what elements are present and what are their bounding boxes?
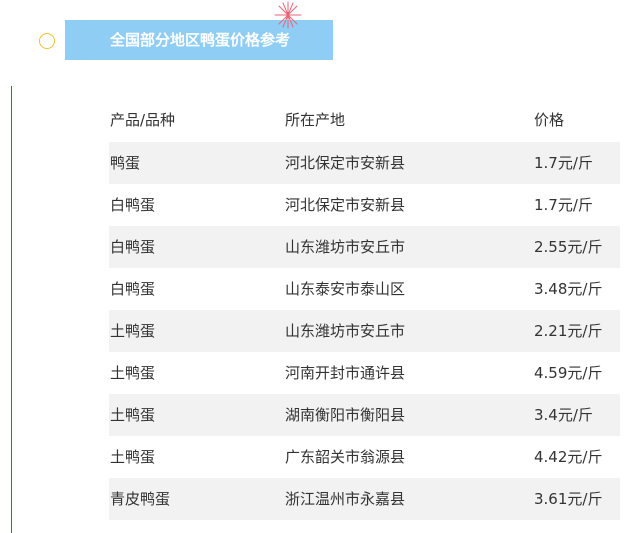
table-row: 土鸭蛋 广东韶关市翁源县 4.42元/斤 — [109, 436, 620, 478]
price-table: 产品/品种 所在产地 价格 鸭蛋 河北保定市安新县 1.7元/斤 白鸭蛋 河北保… — [109, 100, 620, 520]
cell-product: 青皮鸭蛋 — [110, 490, 171, 508]
cell-price: 2.55元/斤 — [534, 238, 603, 256]
table-row: 白鸭蛋 河北保定市安新县 1.7元/斤 — [109, 184, 620, 226]
table-row: 白鸭蛋 山东泰安市泰山区 3.48元/斤 — [109, 268, 620, 310]
cell-origin: 河北保定市安新县 — [285, 196, 406, 214]
cell-price: 3.4元/斤 — [534, 406, 593, 424]
header-product: 产品/品种 — [110, 111, 176, 129]
cell-price: 2.21元/斤 — [534, 322, 603, 340]
cell-product: 土鸭蛋 — [110, 406, 156, 424]
circle-decoration — [39, 33, 55, 49]
cell-origin: 山东潍坊市安丘市 — [285, 322, 406, 340]
table-header: 产品/品种 所在产地 价格 — [109, 100, 620, 142]
cell-origin: 河南开封市通许县 — [285, 364, 406, 382]
cell-product: 土鸭蛋 — [110, 448, 156, 466]
cell-product: 白鸭蛋 — [110, 238, 156, 256]
cell-product: 白鸭蛋 — [110, 196, 156, 214]
cell-origin: 山东泰安市泰山区 — [285, 280, 406, 298]
cell-price: 4.59元/斤 — [534, 364, 603, 382]
accent-line — [11, 86, 12, 533]
table-row: 土鸭蛋 湖南衡阳市衡阳县 3.4元/斤 — [109, 394, 620, 436]
cell-price: 3.61元/斤 — [534, 490, 603, 508]
cell-origin: 河北保定市安新县 — [285, 154, 406, 172]
cell-product: 土鸭蛋 — [110, 364, 156, 382]
cell-product: 白鸭蛋 — [110, 280, 156, 298]
header-origin: 所在产地 — [285, 111, 346, 129]
cell-price: 1.7元/斤 — [534, 154, 593, 172]
table-row: 鸭蛋 河北保定市安新县 1.7元/斤 — [109, 142, 620, 184]
cell-price: 1.7元/斤 — [534, 196, 593, 214]
cell-product: 土鸭蛋 — [110, 322, 156, 340]
sparkle-icon — [274, 1, 302, 29]
cell-price: 4.42元/斤 — [534, 448, 603, 466]
page-title: 全国部分地区鸭蛋价格参考 — [110, 31, 291, 49]
cell-origin: 山东潍坊市安丘市 — [285, 238, 406, 256]
cell-origin: 浙江温州市永嘉县 — [285, 490, 406, 508]
cell-product: 鸭蛋 — [110, 154, 141, 172]
table-row: 土鸭蛋 山东潍坊市安丘市 2.21元/斤 — [109, 310, 620, 352]
table-row: 土鸭蛋 河南开封市通许县 4.59元/斤 — [109, 352, 620, 394]
cell-origin: 湖南衡阳市衡阳县 — [285, 406, 406, 424]
table-row: 青皮鸭蛋 浙江温州市永嘉县 3.61元/斤 — [109, 478, 620, 520]
cell-price: 3.48元/斤 — [534, 280, 603, 298]
cell-origin: 广东韶关市翁源县 — [285, 448, 406, 466]
header-price: 价格 — [534, 111, 565, 129]
table-row: 白鸭蛋 山东潍坊市安丘市 2.55元/斤 — [109, 226, 620, 268]
